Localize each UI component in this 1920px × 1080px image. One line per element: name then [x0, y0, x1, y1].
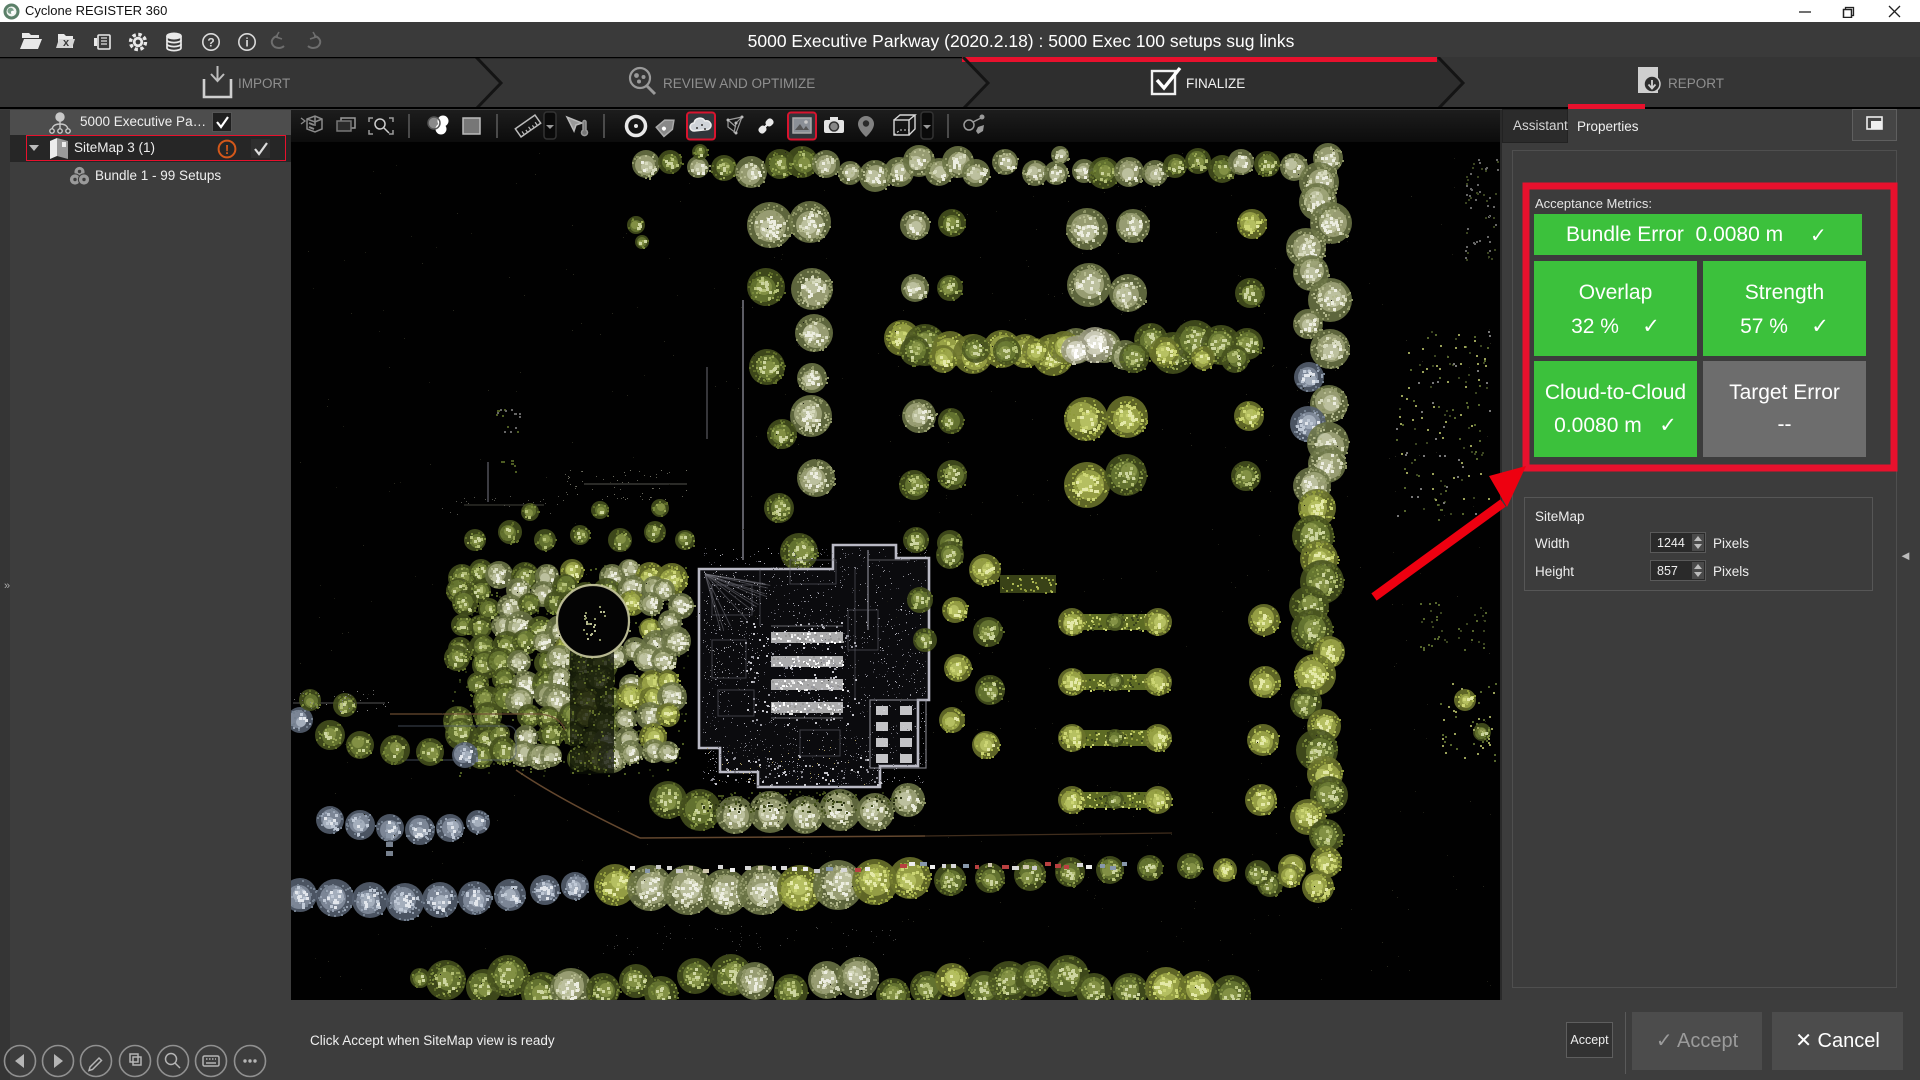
- svg-text:REPORT: REPORT: [1668, 76, 1724, 91]
- svg-text:IMPORT: IMPORT: [238, 76, 290, 91]
- svg-text:x: x: [63, 37, 70, 49]
- svg-text:!: !: [225, 142, 229, 157]
- svg-text:REVIEW AND OPTIMIZE: REVIEW AND OPTIMIZE: [663, 76, 815, 91]
- svg-text:FINALIZE: FINALIZE: [1186, 76, 1245, 91]
